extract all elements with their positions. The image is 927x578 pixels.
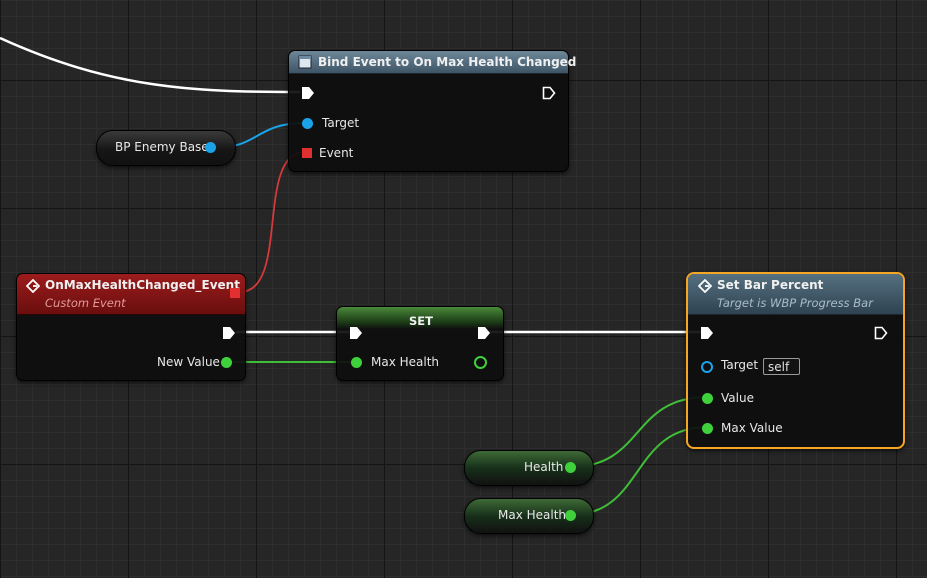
exec-in-pin[interactable] [349,326,363,340]
bind-event-node[interactable]: Bind Event to On Max Health Changed Targ… [288,50,576,172]
health-getter-label: Health [524,460,564,474]
bp-enemy-base-label: BP Enemy Base [115,140,209,154]
custom-event-title: OnMaxHealthChanged_Event [45,278,240,292]
max-value-input-pin[interactable] [702,423,713,434]
value-input-pin[interactable] [702,393,713,404]
value-pin-label: Value [721,391,754,405]
bind-event-title: Bind Event to On Max Health Changed [318,55,577,69]
target-pin-label: Target [721,358,759,372]
exec-in-pin[interactable] [700,326,714,340]
exec-out-pin[interactable] [477,326,491,340]
target-default-field[interactable]: self [763,358,800,375]
health-output-pin[interactable] [565,462,576,473]
bp-enemy-base-output-pin[interactable] [205,142,216,153]
set-node-title: SET [409,314,433,328]
max-value-pin-label: Max Value [721,421,783,435]
bp-enemy-base-getter[interactable]: BP Enemy Base [96,130,236,166]
delegate-output-pin[interactable] [230,288,240,298]
max-health-getter[interactable]: Max Health [464,498,594,534]
exec-out-pin[interactable] [542,86,556,100]
exec-out-pin[interactable] [222,326,236,340]
custom-event-node[interactable]: OnMaxHealthChanged_Event Custom Event Ne… [16,273,246,381]
set-bar-percent-node[interactable]: Set Bar Percent Target is WBP Progress B… [686,272,905,449]
target-pin[interactable] [302,118,313,129]
target-input-pin[interactable] [701,361,713,373]
new-value-output-pin[interactable] [221,357,232,368]
function-icon [298,55,312,69]
set-bar-percent-subtitle: Target is WBP Progress Bar [717,296,873,310]
set-bar-percent-title: Set Bar Percent [717,278,824,292]
target-pin-label: Target [322,116,360,130]
function-icon [698,279,712,293]
exec-in-pin[interactable] [301,86,315,100]
event-delegate-pin[interactable] [302,148,312,158]
max-health-input-pin[interactable] [351,357,362,368]
event-pin-label: Event [319,146,354,160]
max-health-output-pin[interactable] [474,356,487,369]
set-variable-node[interactable]: SET Max Health [336,306,504,381]
health-getter[interactable]: Health [464,450,594,486]
max-health-output-pin[interactable] [565,510,576,521]
exec-out-pin[interactable] [874,326,888,340]
max-health-getter-label: Max Health [498,508,567,522]
max-health-pin-label: Max Health [371,355,440,369]
event-diamond-icon [26,279,40,293]
custom-event-subtitle: Custom Event [45,296,126,310]
new-value-pin-label: New Value [157,355,220,369]
